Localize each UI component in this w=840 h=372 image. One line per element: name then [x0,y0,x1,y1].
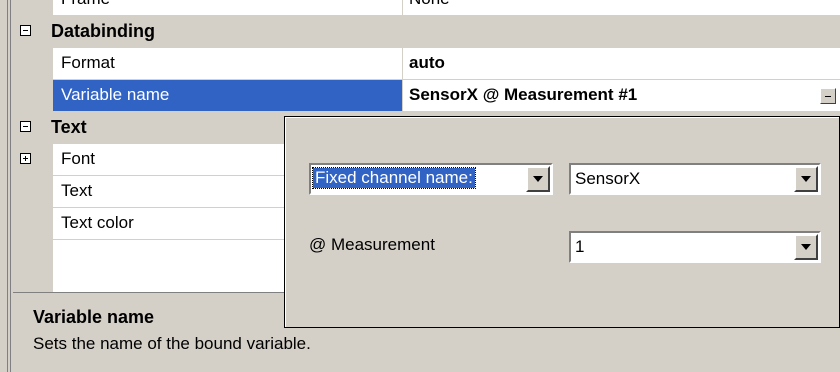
category-databinding[interactable]: Databinding [13,16,840,48]
property-row-partial[interactable]: Frame None [13,0,840,16]
chevron-down-icon[interactable] [794,234,818,260]
property-name: Frame [61,0,110,9]
ellipsis-dropdown-button[interactable] [820,88,836,104]
collapse-icon[interactable] [20,121,31,132]
property-name: Variable name [61,85,170,104]
property-value[interactable]: SensorX @ Measurement #1 [409,85,637,105]
help-description: Sets the name of the bound variable. [33,334,311,353]
channel-name-value: SensorX [575,169,641,188]
expand-icon[interactable] [20,153,31,164]
help-title: Variable name [33,307,155,327]
channel-mode-value: Fixed channel name: [312,167,476,189]
property-row-variable-name[interactable]: Variable name SensorX @ Measurement #1 [13,80,840,112]
chevron-down-icon[interactable] [794,166,818,192]
measurement-select[interactable]: 1 [569,231,821,263]
measurement-value: 1 [575,237,585,256]
measurement-label: @ Measurement [309,235,435,254]
property-name: Font [61,149,96,168]
property-value: None [409,0,450,9]
category-title: Text [51,117,87,137]
channel-name-select[interactable]: SensorX [569,163,821,195]
property-row-format[interactable]: Format auto [13,48,840,80]
property-name: Text [61,181,93,200]
channel-mode-select[interactable]: Fixed channel name: [309,163,553,195]
category-title: Databinding [51,21,155,41]
property-name: Format [61,53,115,72]
chevron-down-icon[interactable] [526,166,550,192]
property-name: Text color [61,213,134,232]
collapse-icon[interactable] [20,25,31,36]
left-edge [0,0,13,372]
property-value: auto [409,53,445,72]
variable-picker-popup: Fixed channel name: SensorX @ Measuremen… [284,116,840,328]
